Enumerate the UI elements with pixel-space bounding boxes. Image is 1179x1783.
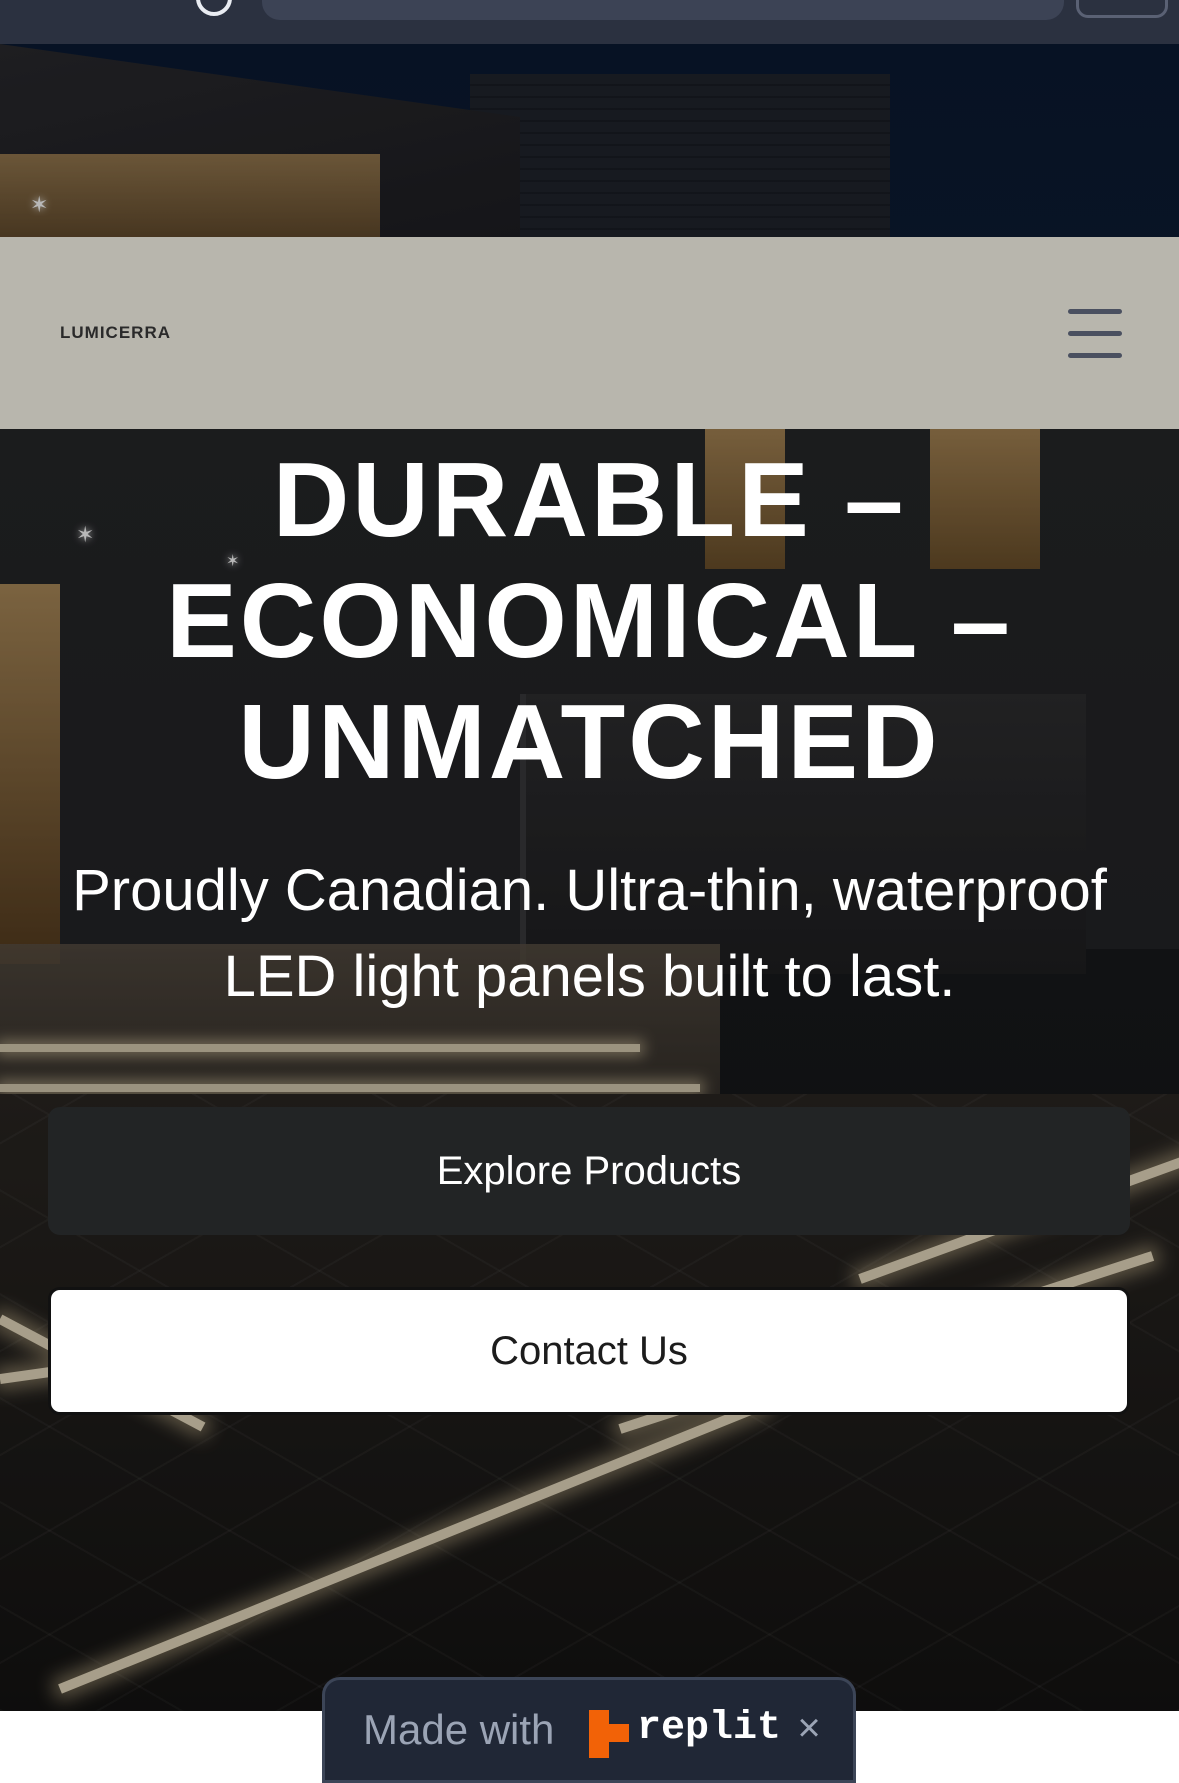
contact-us-label: Contact Us [490, 1328, 688, 1373]
tabs-button[interactable] [1076, 0, 1168, 18]
brand-logo[interactable]: LUMICERRA [60, 317, 171, 349]
address-bar[interactable] [262, 0, 1064, 20]
reload-icon[interactable] [196, 0, 232, 16]
hero-title: DURABLE – ECONOMICAL – UNMATCHED [166, 441, 1013, 801]
replit-brand-text: replit [637, 1706, 782, 1751]
explore-products-label: Explore Products [436, 1148, 742, 1193]
contact-us-button[interactable]: Contact Us [48, 1287, 1130, 1415]
browser-toolbar [0, 0, 1179, 46]
made-with-replit-badge[interactable]: Made with replit × [322, 1677, 856, 1783]
explore-products-button[interactable]: Explore Products [48, 1107, 1130, 1235]
close-icon[interactable]: × [789, 1708, 829, 1748]
made-with-text: Made with [363, 1706, 555, 1753]
hamburger-menu-icon[interactable] [1062, 307, 1126, 361]
brand-logo-text: LUMICERRA [60, 323, 171, 342]
site-header: LUMICERRA [0, 237, 1179, 429]
hero-subtitle: Proudly Canadian. Ultra-thin, waterproof… [72, 858, 1107, 1009]
replit-logo-icon [589, 1710, 629, 1758]
